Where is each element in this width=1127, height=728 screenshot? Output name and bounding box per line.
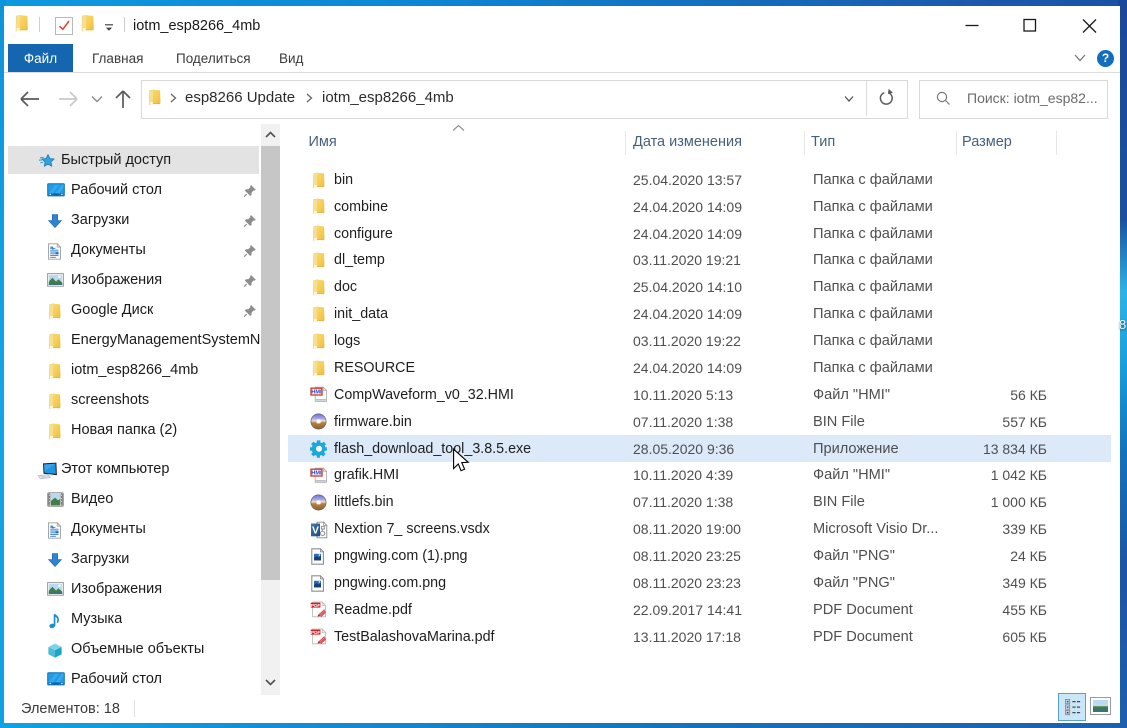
svg-text:PDF: PDF	[311, 630, 320, 635]
svg-text:HMI: HMI	[311, 390, 322, 396]
svg-text:V: V	[312, 525, 319, 536]
svg-text:HMI: HMI	[311, 471, 322, 477]
svg-text:PDF: PDF	[311, 603, 320, 608]
